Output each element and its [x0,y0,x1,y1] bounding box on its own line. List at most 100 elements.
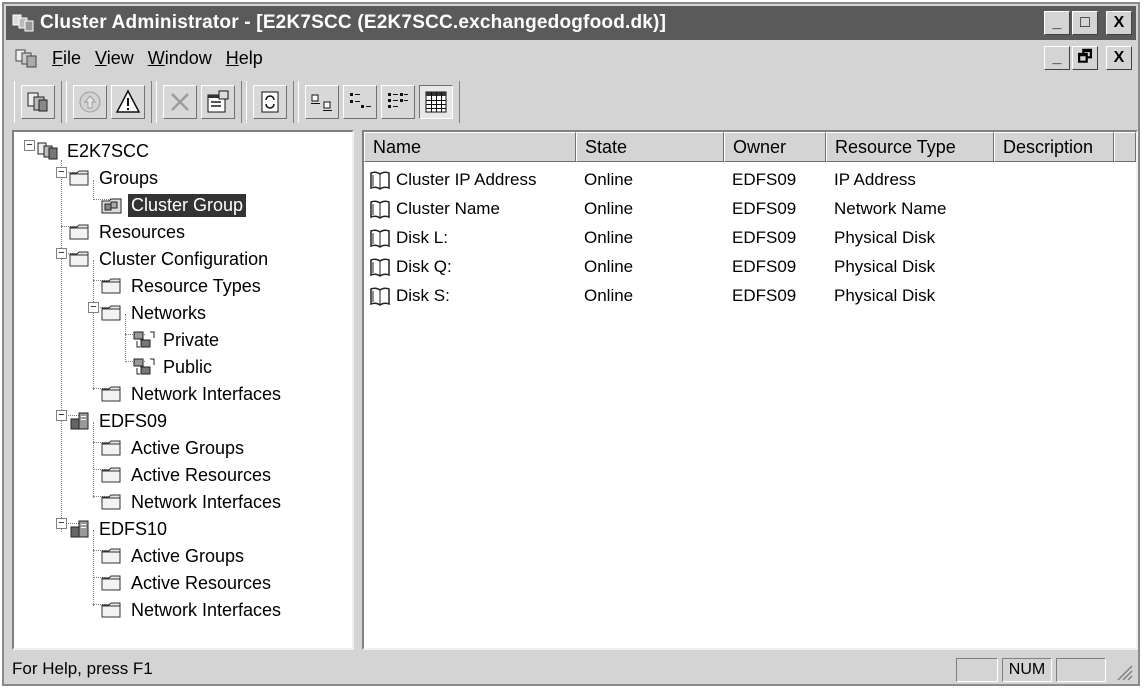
column-header-filler [1114,132,1136,162]
mdi-restore-button[interactable]: 🗗 [1072,46,1098,70]
tree-node-active-groups[interactable]: Active Groups [100,543,247,569]
cell-name: Cluster Name [364,198,576,220]
tree-node-label: Groups [99,167,159,188]
cell-state: Online [584,228,634,247]
tree-node-network-interfaces[interactable]: Network Interfaces [100,489,284,515]
folder-icon [68,167,92,189]
tree-node-label: Cluster Group [128,193,247,217]
cell-name: Cluster IP Address [364,169,576,191]
tree-node-label: Active Resources [131,464,272,485]
list-header: Name State Owner Resource Type Descripti… [364,132,1136,162]
tree-node-network-interfaces[interactable]: Network Interfaces [100,597,284,623]
tree-node-network-interfaces[interactable]: Network Interfaces [100,381,284,407]
column-header-name[interactable]: Name [364,132,576,162]
folder-icon [100,275,124,297]
minimize-button[interactable]: _ [1044,11,1070,35]
column-header-description[interactable]: Description [994,132,1114,162]
tree-node-label: Resource Types [131,275,261,296]
tree-node-e2k7scc[interactable]: E2K7SCC [36,138,152,164]
list-view-icon [388,93,408,108]
take-offline-button[interactable] [111,85,145,119]
resource-icon [368,198,392,220]
mdi-minimize-button[interactable]: _ [1044,46,1070,70]
tree-node-label: Private [163,329,220,350]
column-header-resource-type[interactable]: Resource Type [826,132,994,162]
tree-node-networks[interactable]: Networks [100,300,209,326]
table-row[interactable]: Disk S: Online EDFS09 Physical Disk [364,282,1114,310]
tree-node-resources[interactable]: Resources [68,219,188,245]
tree-node-cluster-group[interactable]: Cluster Group [100,192,247,218]
window-title: Cluster Administrator - [E2K7SCC (E2K7SC… [40,12,667,33]
tree-node-private[interactable]: Private [132,327,222,353]
folder-icon [100,545,124,567]
server-icon [68,410,92,432]
tree-node-label: Networks [131,302,207,323]
list-view-button[interactable] [381,85,415,119]
tree-node-edfs09[interactable]: EDFS09 [68,408,170,434]
title-bar[interactable]: Cluster Administrator - [E2K7SCC (E2K7SC… [6,6,1136,40]
network-icon [132,329,156,351]
tree-node-edfs10[interactable]: EDFS10 [68,516,170,542]
large-icons-button[interactable] [305,85,339,119]
folder-icon [68,248,92,270]
tree-node-label: Active Groups [131,545,245,566]
cell-state: Online [584,170,634,189]
cell-owner: EDFS09 [732,199,797,218]
close-button[interactable]: X [1106,11,1132,35]
tree-node-active-resources[interactable]: Active Resources [100,570,274,596]
properties-button[interactable] [201,85,235,119]
delete-icon [171,93,189,111]
status-bar: For Help, press F1 NUM [6,654,1136,684]
collapse-toggle[interactable]: − [24,140,35,151]
tree-node-cluster-configuration[interactable]: Cluster Configuration [68,246,271,272]
table-row[interactable]: Cluster IP Address Online EDFS09 IP Address [364,166,1114,194]
collapse-toggle[interactable]: − [56,410,67,421]
tree-node-active-groups[interactable]: Active Groups [100,435,247,461]
tree-node-label: EDFS09 [99,410,168,431]
collapse-toggle[interactable]: − [88,302,99,313]
tree-node-resource-types[interactable]: Resource Types [100,273,264,299]
table-row[interactable]: Disk L: Online EDFS09 Physical Disk [364,224,1114,252]
collapse-toggle[interactable]: − [56,518,67,529]
menu-window[interactable]: Window [148,48,212,69]
resource-icon [368,169,392,191]
table-row[interactable]: Disk Q: Online EDFS09 Physical Disk [364,253,1114,281]
resource-icon [368,285,392,307]
folder-icon [100,491,124,513]
mdi-close-button[interactable]: X [1106,46,1132,70]
tree-pane[interactable]: − − − − − − E2K7SCC Groups Cluster Group Re… [12,130,354,650]
properties-icon [207,90,229,113]
tree-node-label: Resources [99,221,186,242]
menu-view[interactable]: View [95,48,134,69]
maximize-button[interactable]: □ [1072,11,1098,35]
table-row[interactable]: Cluster Name Online EDFS09 Network Name [364,195,1114,223]
cell-type: Physical Disk [834,286,936,305]
menu-file[interactable]: File [52,48,81,69]
tree-node-label: Network Interfaces [131,491,282,512]
delete-button[interactable] [163,85,197,119]
cell-state: Online [584,199,634,218]
resource-name: Disk Q: [396,257,452,276]
collapse-toggle[interactable]: − [56,248,67,259]
resize-grip-icon[interactable] [1114,662,1134,682]
small-icons-icon [350,93,371,108]
small-icons-button[interactable] [343,85,377,119]
document-cluster-icon[interactable] [14,47,38,69]
details-view-button[interactable] [419,85,453,119]
open-connection-button[interactable] [21,85,55,119]
tree-node-active-resources[interactable]: Active Resources [100,462,274,488]
cell-owner: EDFS09 [732,228,797,247]
tree-node-groups[interactable]: Groups [68,165,161,191]
large-icons-icon [311,94,332,111]
folder-icon [100,464,124,486]
resource-list-pane[interactable]: Name State Owner Resource Type Descripti… [362,130,1138,650]
column-header-state[interactable]: State [576,132,724,162]
refresh-button[interactable] [253,85,287,119]
cluster-administrator-icon [12,14,34,32]
bring-online-button[interactable] [73,85,107,119]
column-header-owner[interactable]: Owner [724,132,826,162]
menu-help[interactable]: Help [226,48,263,69]
folder-icon [100,599,124,621]
collapse-toggle[interactable]: − [56,167,67,178]
tree-node-public[interactable]: Public [132,354,215,380]
